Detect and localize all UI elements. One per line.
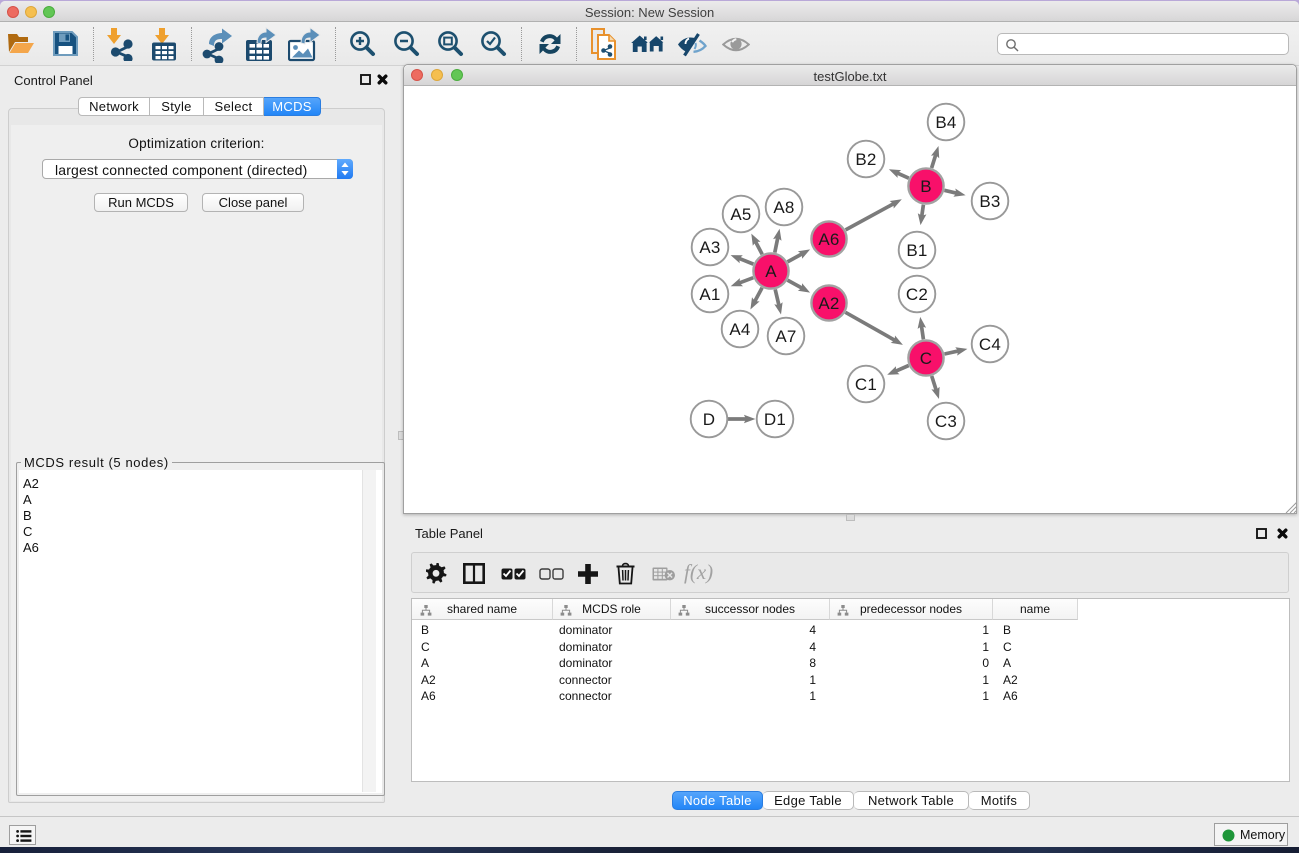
svg-text:A7: A7 [775, 327, 796, 346]
svg-text:C3: C3 [935, 412, 957, 431]
svg-text:D1: D1 [764, 410, 786, 429]
svg-text:C4: C4 [979, 335, 1001, 354]
svg-text:A2: A2 [818, 294, 839, 313]
svg-text:A1: A1 [699, 285, 720, 304]
svg-text:B4: B4 [935, 113, 956, 132]
svg-text:A3: A3 [699, 238, 720, 257]
svg-text:D: D [703, 410, 715, 429]
svg-text:B2: B2 [855, 150, 876, 169]
svg-text:A5: A5 [730, 205, 751, 224]
svg-text:B1: B1 [906, 241, 927, 260]
svg-text:A6: A6 [818, 230, 839, 249]
svg-text:C1: C1 [855, 375, 877, 394]
svg-text:A4: A4 [729, 320, 750, 339]
svg-text:B: B [920, 177, 932, 196]
svg-text:B3: B3 [979, 192, 1000, 211]
svg-text:C2: C2 [906, 285, 928, 304]
svg-text:A8: A8 [773, 198, 794, 217]
svg-text:A: A [765, 262, 777, 281]
svg-text:C: C [920, 349, 932, 368]
